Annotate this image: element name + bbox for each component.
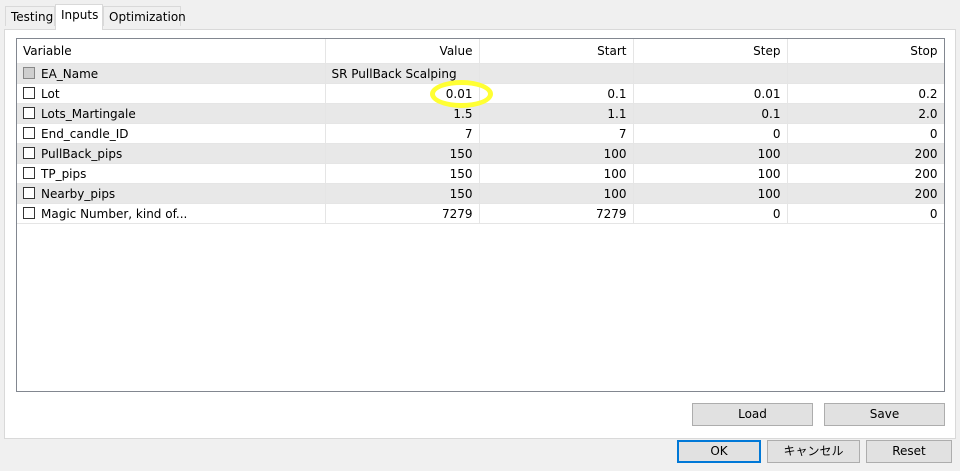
inputs-grid: Variable Value Start Step Stop EA_Name S… <box>16 38 945 392</box>
table-row[interactable]: EA_Name SR PullBack Scalping <box>17 63 944 84</box>
start-cell[interactable]: 7279 <box>479 203 634 224</box>
value-cell[interactable]: 150 <box>325 183 480 204</box>
variable-cell: PullBack_pips <box>17 143 326 164</box>
cancel-button[interactable]: キャンセル <box>767 440 860 463</box>
tab-optimization[interactable]: Optimization <box>103 6 186 26</box>
step-cell[interactable] <box>633 63 788 84</box>
optimize-checkbox[interactable] <box>23 167 35 179</box>
load-button[interactable]: Load <box>692 403 813 426</box>
optimize-checkbox[interactable] <box>23 207 35 219</box>
start-cell[interactable]: 100 <box>479 143 634 164</box>
save-button[interactable]: Save <box>824 403 945 426</box>
optimize-checkbox <box>23 67 35 79</box>
value-cell[interactable]: 7279 <box>325 203 480 224</box>
column-header-step[interactable]: Step <box>633 39 788 64</box>
variable-name: Magic Number, kind of... <box>41 206 188 221</box>
table-header-row: Variable Value Start Step Stop <box>17 39 944 64</box>
stop-cell[interactable]: 0 <box>787 123 944 144</box>
reset-button[interactable]: Reset <box>866 440 952 463</box>
stop-cell[interactable]: 2.0 <box>787 103 944 124</box>
variable-name: Nearby_pips <box>41 186 116 201</box>
table-row[interactable]: TP_pips 150 100 100 200 <box>17 163 944 184</box>
start-cell[interactable]: 100 <box>479 163 634 184</box>
stop-cell[interactable]: 200 <box>787 143 944 164</box>
step-cell[interactable]: 100 <box>633 143 788 164</box>
value-cell[interactable]: 1.5 <box>325 103 480 124</box>
column-header-start[interactable]: Start <box>479 39 634 64</box>
start-cell[interactable]: 7 <box>479 123 634 144</box>
table-row[interactable]: Lot 0.01 0.1 0.01 0.2 <box>17 83 944 104</box>
variable-cell: Nearby_pips <box>17 183 326 204</box>
stop-cell[interactable]: 200 <box>787 183 944 204</box>
inputs-table: Variable Value Start Step Stop EA_Name S… <box>17 39 944 224</box>
start-cell[interactable]: 100 <box>479 183 634 204</box>
table-row[interactable]: Nearby_pips 150 100 100 200 <box>17 183 944 204</box>
value-cell[interactable]: 150 <box>325 163 480 184</box>
step-cell[interactable]: 100 <box>633 183 788 204</box>
stop-cell[interactable]: 0.2 <box>787 83 944 104</box>
optimize-checkbox[interactable] <box>23 187 35 199</box>
stop-cell[interactable] <box>787 63 944 84</box>
variable-cell: End_candle_ID <box>17 123 326 144</box>
variable-name: TP_pips <box>41 166 87 181</box>
column-header-variable[interactable]: Variable <box>17 39 326 64</box>
variable-name: PullBack_pips <box>41 146 123 161</box>
table-row[interactable]: End_candle_ID 7 7 0 0 <box>17 123 944 144</box>
ok-button[interactable]: OK <box>677 440 761 463</box>
table-row[interactable]: Lots_Martingale 1.5 1.1 0.1 2.0 <box>17 103 944 124</box>
variable-cell: Magic Number, kind of... <box>17 203 326 224</box>
table-row[interactable]: PullBack_pips 150 100 100 200 <box>17 143 944 164</box>
tab-inputs[interactable]: Inputs <box>55 4 103 30</box>
variable-cell: TP_pips <box>17 163 326 184</box>
optimize-checkbox[interactable] <box>23 107 35 119</box>
optimize-checkbox[interactable] <box>23 127 35 139</box>
step-cell[interactable]: 0 <box>633 123 788 144</box>
table-row[interactable]: Magic Number, kind of... 7279 7279 0 0 <box>17 203 944 224</box>
optimize-checkbox[interactable] <box>23 147 35 159</box>
value-cell[interactable]: 7 <box>325 123 480 144</box>
step-cell[interactable]: 0.01 <box>633 83 788 104</box>
value-cell[interactable]: 150 <box>325 143 480 164</box>
variable-cell: Lots_Martingale <box>17 103 326 124</box>
step-cell[interactable]: 100 <box>633 163 788 184</box>
optimize-checkbox[interactable] <box>23 87 35 99</box>
value-cell[interactable]: SR PullBack Scalping <box>325 63 480 84</box>
variable-cell: EA_Name <box>17 63 326 84</box>
stop-cell[interactable]: 200 <box>787 163 944 184</box>
step-cell[interactable]: 0 <box>633 203 788 224</box>
start-cell[interactable]: 1.1 <box>479 103 634 124</box>
stop-cell[interactable]: 0 <box>787 203 944 224</box>
column-header-value[interactable]: Value <box>325 39 480 64</box>
variable-cell: Lot <box>17 83 326 104</box>
tab-testing[interactable]: Testing <box>5 6 55 26</box>
variable-name: Lots_Martingale <box>41 106 136 121</box>
variable-name: End_candle_ID <box>41 126 129 141</box>
value-cell[interactable]: 0.01 <box>325 83 480 104</box>
column-header-stop[interactable]: Stop <box>787 39 944 64</box>
start-cell[interactable]: 0.1 <box>479 83 634 104</box>
start-cell[interactable] <box>479 63 634 84</box>
step-cell[interactable]: 0.1 <box>633 103 788 124</box>
variable-name: Lot <box>41 86 60 101</box>
variable-name: EA_Name <box>41 66 99 81</box>
